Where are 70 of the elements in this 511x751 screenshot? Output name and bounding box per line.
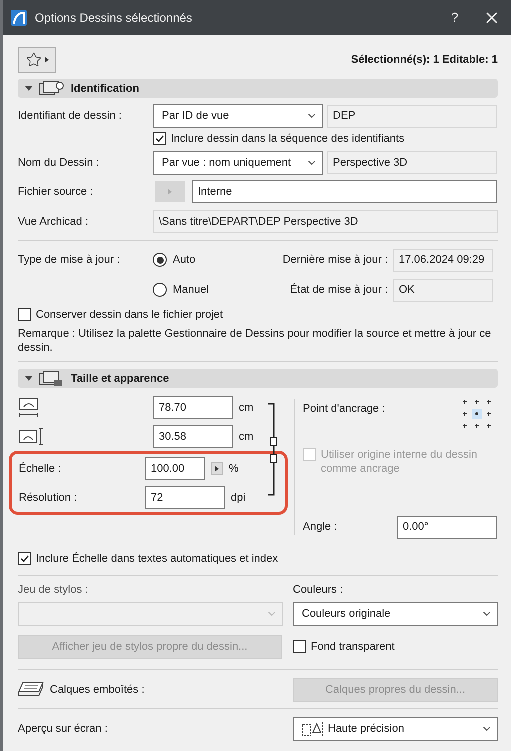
note-text: Remarque : Utilisez la palette Gestionnaire de Dessins pour modifier la source et mettre à jour ce dessin. [18, 327, 492, 356]
field-label: Échelle : [19, 462, 62, 474]
field-label: Jeu de stylos : [18, 584, 90, 596]
radio-button[interactable] [153, 253, 167, 267]
dropdown[interactable]: Par vue : nom uniquement [153, 150, 323, 174]
checkbox[interactable] [293, 640, 306, 653]
id-field: DEP [327, 104, 497, 128]
angle-field[interactable]: 0.00° [397, 516, 497, 538]
checkbox[interactable] [18, 552, 31, 565]
caret-icon [25, 86, 33, 92]
link-bracket-icon [266, 403, 280, 498]
favorites-button[interactable] [18, 46, 56, 72]
caret-icon [25, 376, 33, 382]
dropdown[interactable]: Haute précision [293, 717, 498, 741]
radio-label: Auto [173, 254, 196, 266]
field-label: Résolution : [19, 492, 78, 504]
field-label: Dernière mise à jour : [282, 254, 389, 266]
checkbox[interactable] [18, 308, 31, 321]
checkbox-label: Utiliser origine interne du dessin comme ancrage [321, 448, 479, 476]
radio-label: Manuel [173, 284, 210, 296]
field-label: Fichier source : [18, 186, 94, 198]
height-field[interactable]: 30.58 [153, 425, 233, 448]
width-field[interactable]: 78.70 [153, 396, 233, 419]
star-icon [26, 52, 42, 68]
window-title: Options Dessins sélectionnés [35, 10, 194, 24]
field-label: Couleurs : [293, 584, 344, 596]
source-field: Interne [192, 180, 497, 203]
caret-icon [215, 466, 219, 472]
section-header[interactable]: Taille et apparence [18, 369, 498, 388]
unit-label: dpi [231, 492, 246, 504]
anchor-point-icon[interactable] [462, 399, 492, 429]
drawing-size-icon [39, 370, 65, 386]
name-field: Perspective 3D [327, 151, 497, 174]
dropdown[interactable]: Couleurs originale [293, 602, 498, 626]
field-label: Aperçu sur écran : [18, 723, 108, 735]
status-field: OK [393, 278, 493, 302]
help-button[interactable]: ? [435, 10, 475, 25]
field-label: Vue Archicad : [18, 216, 90, 228]
unit-label: cm [239, 402, 254, 414]
checkbox-label: Fond transparent [311, 640, 395, 654]
field-label: Angle : [303, 521, 338, 533]
caret-icon [44, 56, 48, 62]
field-label: Identifiant de dessin : [18, 110, 123, 122]
unit-label: % [229, 462, 239, 474]
width-icon [18, 396, 40, 418]
field-label: Point d'ancrage : [303, 403, 386, 415]
height-icon [18, 426, 44, 448]
unit-label: cm [239, 430, 254, 442]
app-logo-icon [11, 10, 27, 26]
field-label: Type de mise à jour : [18, 253, 122, 266]
checkbox-label: Inclure Échelle dans textes automatiques et index [36, 552, 278, 566]
caret-icon [168, 188, 172, 194]
date-field: 17.06.2024 09:29 [393, 248, 493, 272]
scale-field[interactable]: 100.00 [145, 457, 205, 480]
checkbox[interactable] [153, 132, 166, 145]
dropdown[interactable]: Par ID de vue [153, 104, 323, 128]
resolution-field[interactable]: 72 [145, 486, 225, 509]
radio-button[interactable] [153, 283, 167, 297]
field-label: Nom du Dessin : [18, 156, 100, 168]
scale-menu-button[interactable] [211, 462, 223, 475]
field-label: Calques emboîtés : [50, 684, 145, 696]
checkbox-label: Inclure dessin dans la séquence des identifiants [171, 132, 405, 146]
view-path-field: \Sans titre\DEPART\DEP Perspective 3D [153, 210, 498, 233]
field-label: État de mise à jour : [289, 284, 389, 296]
drawing-id-icon [39, 80, 65, 96]
layers-icon [18, 682, 44, 698]
checkbox-label: Conserver dessin dans le fichier projet [36, 308, 224, 322]
selection-summary: Sélectionné(s): 1 Editable: 1 [351, 54, 498, 66]
section-header[interactable]: Identification [18, 79, 498, 98]
preview-quality-icon [302, 721, 324, 737]
